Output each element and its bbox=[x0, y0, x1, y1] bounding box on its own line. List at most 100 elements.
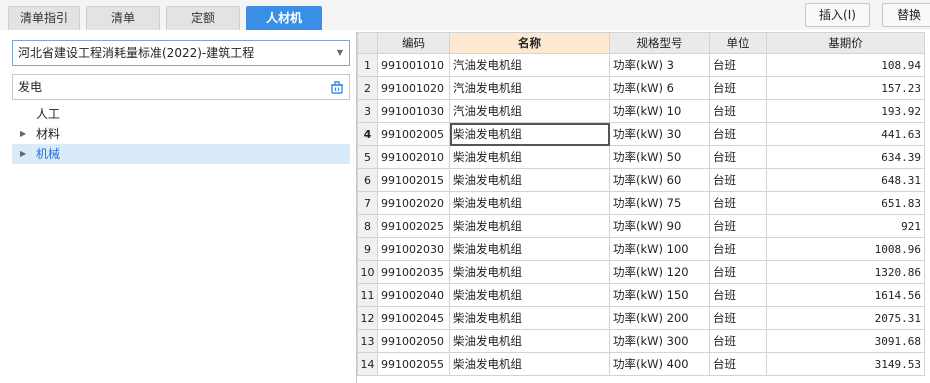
cell-unit[interactable]: 台班 bbox=[709, 329, 767, 353]
table-row[interactable]: 8 991002025 柴油发电机组 功率(kW) 90 台班 921 bbox=[357, 214, 925, 238]
cell-name[interactable]: 柴油发电机组 bbox=[449, 352, 610, 376]
row-number[interactable]: 11 bbox=[357, 283, 378, 307]
cell-unit[interactable]: 台班 bbox=[709, 191, 767, 215]
cell-base-price[interactable]: 1008.96 bbox=[766, 237, 925, 261]
expand-caret-icon[interactable]: ▶ bbox=[20, 124, 26, 144]
cell-code[interactable]: 991002045 bbox=[377, 306, 450, 330]
cell-spec[interactable]: 功率(kW) 300 bbox=[609, 329, 710, 353]
cell-unit[interactable]: 台班 bbox=[709, 168, 767, 192]
cell-spec[interactable]: 功率(kW) 150 bbox=[609, 283, 710, 307]
cell-spec[interactable]: 功率(kW) 100 bbox=[609, 237, 710, 261]
clear-search-icon[interactable] bbox=[329, 79, 345, 95]
cell-name[interactable]: 柴油发电机组 bbox=[449, 260, 610, 284]
row-number[interactable]: 12 bbox=[357, 306, 378, 330]
row-number[interactable]: 9 bbox=[357, 237, 378, 261]
row-number[interactable]: 2 bbox=[357, 76, 378, 100]
cell-code[interactable]: 991001030 bbox=[377, 99, 450, 123]
cell-unit[interactable]: 台班 bbox=[709, 237, 767, 261]
cell-base-price[interactable]: 634.39 bbox=[766, 145, 925, 169]
cell-base-price[interactable]: 108.94 bbox=[766, 53, 925, 77]
table-row[interactable]: 10 991002035 柴油发电机组 功率(kW) 120 台班 1320.86 bbox=[357, 260, 925, 284]
cell-name[interactable]: 柴油发电机组 bbox=[449, 168, 610, 192]
cell-name[interactable]: 柴油发电机组 bbox=[449, 122, 610, 146]
cell-name[interactable]: 汽油发电机组 bbox=[449, 76, 610, 100]
cell-unit[interactable]: 台班 bbox=[709, 99, 767, 123]
row-number[interactable]: 13 bbox=[357, 329, 378, 353]
cell-base-price[interactable]: 651.83 bbox=[766, 191, 925, 215]
row-number[interactable]: 8 bbox=[357, 214, 378, 238]
cell-unit[interactable]: 台班 bbox=[709, 76, 767, 100]
table-row[interactable]: 1 991001010 汽油发电机组 功率(kW) 3 台班 108.94 bbox=[357, 53, 925, 77]
cell-base-price[interactable]: 1614.56 bbox=[766, 283, 925, 307]
cell-unit[interactable]: 台班 bbox=[709, 260, 767, 284]
cell-base-price[interactable]: 648.31 bbox=[766, 168, 925, 192]
cell-unit[interactable]: 台班 bbox=[709, 352, 767, 376]
tree-node-labor[interactable]: 人工 bbox=[12, 104, 350, 124]
cell-code[interactable]: 991001010 bbox=[377, 53, 450, 77]
table-row[interactable]: 5 991002010 柴油发电机组 功率(kW) 50 台班 634.39 bbox=[357, 145, 925, 169]
table-row[interactable]: 12 991002045 柴油发电机组 功率(kW) 200 台班 2075.31 bbox=[357, 306, 925, 330]
cell-spec[interactable]: 功率(kW) 75 bbox=[609, 191, 710, 215]
header-base-price[interactable]: 基期价 bbox=[766, 32, 925, 54]
table-row[interactable]: 4 991002005 柴油发电机组 功率(kW) 30 台班 441.63 bbox=[357, 122, 925, 146]
cell-name[interactable]: 汽油发电机组 bbox=[449, 99, 610, 123]
table-row[interactable]: 13 991002050 柴油发电机组 功率(kW) 300 台班 3091.68 bbox=[357, 329, 925, 353]
cell-code[interactable]: 991002020 bbox=[377, 191, 450, 215]
cell-unit[interactable]: 台班 bbox=[709, 283, 767, 307]
table-row[interactable]: 2 991001020 汽油发电机组 功率(kW) 6 台班 157.23 bbox=[357, 76, 925, 100]
header-unit[interactable]: 单位 bbox=[709, 32, 767, 54]
cell-name[interactable]: 柴油发电机组 bbox=[449, 329, 610, 353]
cell-code[interactable]: 991002055 bbox=[377, 352, 450, 376]
cell-base-price[interactable]: 3149.53 bbox=[766, 352, 925, 376]
cell-spec[interactable]: 功率(kW) 10 bbox=[609, 99, 710, 123]
cell-code[interactable]: 991002010 bbox=[377, 145, 450, 169]
cell-spec[interactable]: 功率(kW) 60 bbox=[609, 168, 710, 192]
cell-spec[interactable]: 功率(kW) 30 bbox=[609, 122, 710, 146]
cell-unit[interactable]: 台班 bbox=[709, 306, 767, 330]
cell-base-price[interactable]: 2075.31 bbox=[766, 306, 925, 330]
cell-spec[interactable]: 功率(kW) 6 bbox=[609, 76, 710, 100]
cell-unit[interactable]: 台班 bbox=[709, 122, 767, 146]
replace-button[interactable]: 替换 bbox=[882, 3, 930, 27]
row-number[interactable]: 5 bbox=[357, 145, 378, 169]
cell-unit[interactable]: 台班 bbox=[709, 145, 767, 169]
cell-base-price[interactable]: 193.92 bbox=[766, 99, 925, 123]
header-code[interactable]: 编码 bbox=[377, 32, 450, 54]
cell-name[interactable]: 柴油发电机组 bbox=[449, 191, 610, 215]
cell-name[interactable]: 柴油发电机组 bbox=[449, 237, 610, 261]
header-name[interactable]: 名称 bbox=[449, 32, 610, 54]
cell-base-price[interactable]: 921 bbox=[766, 214, 925, 238]
table-row[interactable]: 11 991002040 柴油发电机组 功率(kW) 150 台班 1614.56 bbox=[357, 283, 925, 307]
cell-code[interactable]: 991002015 bbox=[377, 168, 450, 192]
row-number[interactable]: 7 bbox=[357, 191, 378, 215]
search-input[interactable]: 发电 bbox=[12, 74, 350, 100]
table-row[interactable]: 9 991002030 柴油发电机组 功率(kW) 100 台班 1008.96 bbox=[357, 237, 925, 261]
tab-list-guide[interactable]: 清单指引 bbox=[8, 6, 80, 30]
row-number[interactable]: 1 bbox=[357, 53, 378, 77]
table-row[interactable]: 3 991001030 汽油发电机组 功率(kW) 10 台班 193.92 bbox=[357, 99, 925, 123]
expand-caret-icon[interactable]: ▶ bbox=[20, 144, 26, 164]
cell-spec[interactable]: 功率(kW) 120 bbox=[609, 260, 710, 284]
cell-spec[interactable]: 功率(kW) 50 bbox=[609, 145, 710, 169]
row-number[interactable]: 4 bbox=[357, 122, 378, 146]
table-row[interactable]: 14 991002055 柴油发电机组 功率(kW) 400 台班 3149.53 bbox=[357, 352, 925, 376]
row-number[interactable]: 14 bbox=[357, 352, 378, 376]
cell-spec[interactable]: 功率(kW) 400 bbox=[609, 352, 710, 376]
cell-code[interactable]: 991002025 bbox=[377, 214, 450, 238]
row-number[interactable]: 10 bbox=[357, 260, 378, 284]
row-number[interactable]: 3 bbox=[357, 99, 378, 123]
cell-code[interactable]: 991001020 bbox=[377, 76, 450, 100]
cell-base-price[interactable]: 441.63 bbox=[766, 122, 925, 146]
cell-base-price[interactable]: 1320.86 bbox=[766, 260, 925, 284]
cell-name[interactable]: 柴油发电机组 bbox=[449, 306, 610, 330]
cell-spec[interactable]: 功率(kW) 200 bbox=[609, 306, 710, 330]
insert-button[interactable]: 插入(I) bbox=[805, 3, 870, 27]
cell-code[interactable]: 991002040 bbox=[377, 283, 450, 307]
cell-unit[interactable]: 台班 bbox=[709, 214, 767, 238]
cell-name[interactable]: 柴油发电机组 bbox=[449, 283, 610, 307]
table-row[interactable]: 6 991002015 柴油发电机组 功率(kW) 60 台班 648.31 bbox=[357, 168, 925, 192]
tree-node-material[interactable]: ▶ 材料 bbox=[12, 124, 350, 144]
cell-code[interactable]: 991002050 bbox=[377, 329, 450, 353]
cell-code[interactable]: 991002005 bbox=[377, 122, 450, 146]
tree-node-machinery[interactable]: ▶ 机械 bbox=[12, 144, 350, 164]
